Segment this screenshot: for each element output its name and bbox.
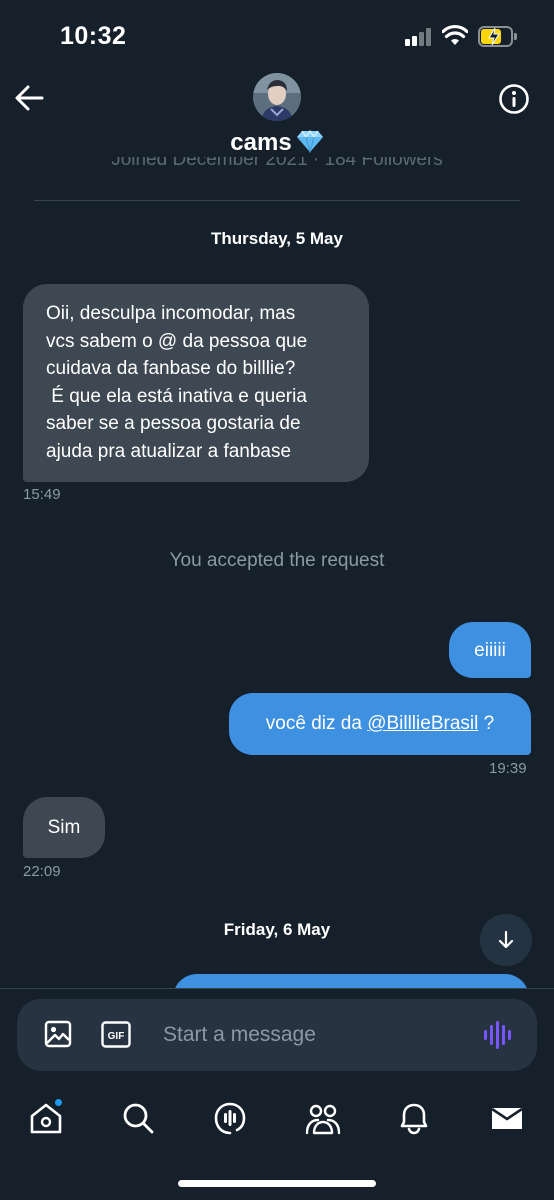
wifi-icon — [442, 24, 468, 45]
message-line: ajuda pra atualizar a fanbase — [46, 440, 292, 462]
system-note: You accepted the request — [169, 550, 385, 571]
incoming-message-bubble[interactable]: Sim — [23, 797, 105, 858]
diamond-icon — [296, 129, 323, 153]
voice-message-icon[interactable] — [483, 1020, 511, 1050]
mail-icon — [491, 1107, 523, 1129]
cellular-signal-icon — [405, 27, 433, 46]
mention-link[interactable]: @BilllieBrasil — [367, 713, 478, 734]
back-arrow-icon[interactable] — [14, 84, 44, 112]
tab-home[interactable] — [28, 1098, 68, 1140]
message-line: Oii, desculpa incomodar, mas — [46, 303, 296, 324]
outgoing-message-bubble[interactable]: você diz da @BilllieBrasil ? — [229, 693, 531, 755]
tab-messages[interactable] — [490, 1100, 530, 1140]
message-text: eiiiii — [474, 640, 506, 661]
message-composer: GIF — [17, 999, 537, 1071]
message-timestamp: 15:49 — [23, 486, 61, 503]
outgoing-message-bubble[interactable]: eiiiii — [449, 622, 531, 678]
message-text: ? — [478, 713, 495, 734]
tab-spaces[interactable] — [212, 1100, 252, 1140]
tab-communities[interactable] — [304, 1100, 344, 1140]
message-line: cuidava da fanbase do billlie? — [46, 358, 296, 379]
contact-avatar[interactable] — [253, 73, 301, 121]
header-divider — [34, 200, 520, 201]
message-timestamp: 22:09 — [23, 863, 61, 880]
svg-text:GIF: GIF — [108, 1031, 125, 1042]
image-icon[interactable] — [44, 1020, 72, 1048]
arrow-down-icon — [498, 930, 514, 949]
battery-icon — [478, 26, 518, 47]
date-separator: Thursday, 5 May — [211, 229, 343, 248]
notification-dot — [54, 1098, 63, 1107]
message-line: vcs sabem o @ da pessoa que — [46, 330, 308, 352]
profile-subtext: Joined December 2021 · 184 Followers — [111, 157, 443, 170]
spaces-icon — [214, 1102, 246, 1135]
message-timestamp: 19:39 — [489, 760, 527, 777]
message-text: Sim — [47, 817, 81, 838]
tab-notifications[interactable] — [396, 1100, 436, 1140]
gif-icon[interactable]: GIF — [101, 1021, 131, 1048]
status-bar: 10:32 — [0, 0, 554, 72]
bell-icon — [400, 1103, 428, 1135]
search-icon — [123, 1103, 154, 1134]
date-separator: Friday, 6 May — [223, 920, 331, 939]
status-time: 10:32 — [60, 22, 127, 50]
scroll-to-bottom-button[interactable] — [480, 914, 532, 966]
message-line: É que ela está inativa e queria — [46, 385, 307, 407]
home-indicator — [178, 1180, 376, 1187]
info-icon[interactable] — [498, 83, 530, 115]
message-input[interactable] — [163, 1021, 463, 1049]
tab-search[interactable] — [120, 1100, 160, 1140]
incoming-message-bubble[interactable]: Oii, desculpa incomodar, mas vcs sabem o… — [23, 284, 369, 482]
communities-icon — [305, 1104, 341, 1135]
message-text: você diz da — [265, 713, 368, 734]
message-line: saber se a pessoa gostaria de — [46, 413, 301, 434]
contact-name[interactable]: cams — [0, 129, 554, 157]
